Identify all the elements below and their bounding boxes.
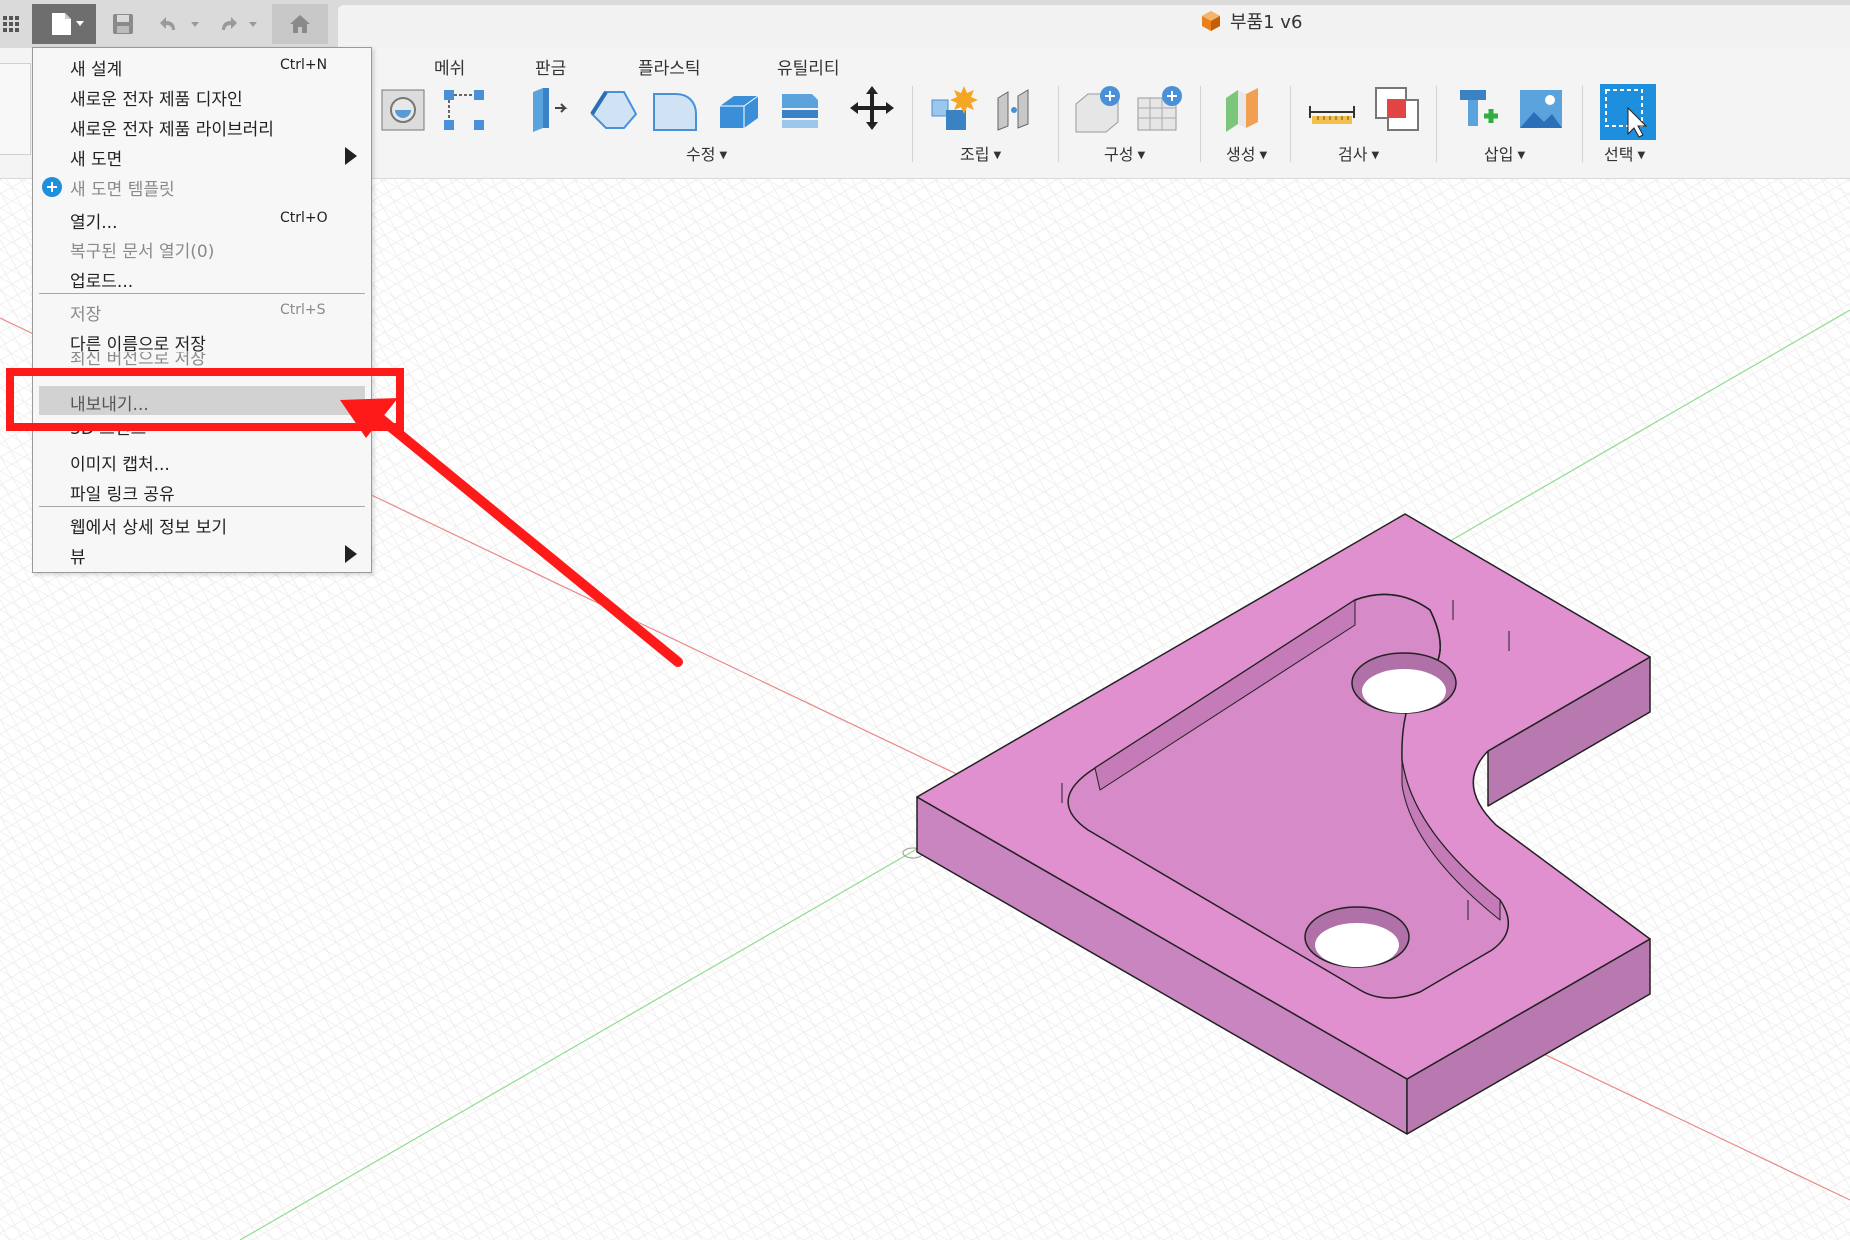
pattern-tool-icon[interactable] <box>440 84 492 136</box>
menu-item-label: 뷰 <box>70 548 86 568</box>
menu-item-label: 파일 링크 공유 <box>70 485 175 505</box>
document-title: 부품1 v6 <box>1200 8 1302 34</box>
file-menu: 새 설계 Ctrl+N 새로운 전자 제품 디자인 새로운 전자 제품 라이브러리… <box>32 47 372 573</box>
plane-at-angle-icon[interactable] <box>1134 84 1186 136</box>
menu-item-new-electronics-design[interactable]: 새로운 전자 제품 디자인 <box>33 81 371 110</box>
menu-item-new-electronics-library[interactable]: 새로운 전자 제품 라이브러리 <box>33 111 371 140</box>
group-create[interactable]: 생성 ▼ <box>1226 141 1267 165</box>
file-menu-button[interactable] <box>32 4 96 44</box>
group-assemble[interactable]: 조립 ▼ <box>960 141 1001 165</box>
document-title-text: 부품1 v6 <box>1230 12 1303 33</box>
menu-item-capture-image[interactable]: 이미지 캡처... <box>33 446 371 475</box>
menu-item-save[interactable]: 저장 Ctrl+S <box>33 296 371 325</box>
group-select[interactable]: 선택 ▼ <box>1604 141 1645 165</box>
quick-access-bar: 부품1 v6 <box>0 0 1850 48</box>
fillet-icon[interactable] <box>588 84 640 136</box>
document-tab[interactable] <box>338 5 1850 48</box>
hole-tool-icon[interactable] <box>378 84 430 136</box>
offset-plane-icon[interactable] <box>1072 84 1124 136</box>
menu-item-share-file-link[interactable]: 파일 링크 공유 <box>33 476 371 505</box>
insert-mcmaster-icon[interactable] <box>1454 84 1506 136</box>
toolbar-separator <box>912 86 913 162</box>
redo-icon[interactable] <box>216 4 262 44</box>
group-create-label: 생성 <box>1226 145 1256 164</box>
tab-utility[interactable]: 유틸리티 <box>777 54 840 79</box>
select-icon[interactable] <box>1598 82 1658 142</box>
home-icon[interactable] <box>272 4 328 44</box>
combine-icon[interactable] <box>774 84 826 136</box>
toolbar-separator <box>1058 86 1059 162</box>
menu-item-label: 새로운 전자 제품 라이브러리 <box>70 120 274 140</box>
menu-item-save-as-latest[interactable]: 최신 버전으로 저장 <box>33 352 371 366</box>
menu-item-upload[interactable]: 업로드... <box>33 263 371 292</box>
create-form-icon[interactable] <box>1218 84 1270 136</box>
menu-item-shortcut: Ctrl+N <box>280 57 328 73</box>
menu-item-open-recovered[interactable]: 복구된 문서 열기(0) <box>33 233 371 262</box>
menu-item-save-as[interactable]: 다른 이름으로 저장 <box>33 326 371 355</box>
menu-item-new-design[interactable]: 새 설계 Ctrl+N <box>33 51 371 80</box>
toolbar-separator <box>1436 86 1437 162</box>
group-construct[interactable]: 구성 ▼ <box>1104 141 1145 165</box>
group-construct-label: 구성 <box>1104 145 1134 164</box>
menu-item-view[interactable]: 뷰 <box>33 539 371 568</box>
menu-item-label: 저장 <box>70 305 102 325</box>
chamfer-icon[interactable] <box>650 84 702 136</box>
tab-sheet-metal[interactable]: 판금 <box>535 54 566 79</box>
new-component-icon[interactable] <box>928 84 980 136</box>
menu-separator <box>39 293 365 294</box>
submenu-arrow-icon <box>345 147 357 165</box>
menu-item-label: 최신 버전으로 저장 <box>70 352 206 366</box>
template-plus-icon <box>42 177 62 197</box>
press-pull-icon[interactable] <box>525 84 577 136</box>
toolbar-separator <box>1582 86 1583 162</box>
toolbar-separator <box>1290 86 1291 162</box>
save-icon[interactable] <box>108 4 138 44</box>
undo-icon[interactable] <box>158 4 204 44</box>
menu-item-new-drawing[interactable]: 새 도면 <box>33 141 371 170</box>
menu-item-shortcut: Ctrl+O <box>280 210 328 226</box>
group-modify-label: 수정 <box>686 145 716 164</box>
menu-item-shortcut: Ctrl+S <box>280 302 326 318</box>
tab-plastic[interactable]: 플라스틱 <box>638 54 701 79</box>
shell-icon[interactable] <box>712 84 764 136</box>
arrow-shaft <box>365 405 683 667</box>
measure-icon[interactable] <box>1308 84 1360 136</box>
menu-item-label: 열기... <box>70 213 118 233</box>
file-icon <box>52 13 84 35</box>
group-select-label: 선택 <box>1604 145 1634 164</box>
move-icon[interactable] <box>846 84 898 136</box>
menu-item-label: 새 도면 <box>70 150 123 170</box>
create-sketch-button[interactable] <box>0 63 31 155</box>
part-cube-icon <box>1202 11 1220 31</box>
menu-item-label: 새로운 전자 제품 디자인 <box>70 90 243 110</box>
menu-item-label: 새 설계 <box>70 60 123 80</box>
menu-item-open[interactable]: 열기... Ctrl+O <box>33 204 371 233</box>
menu-item-label: 이미지 캡처... <box>70 455 170 475</box>
menu-item-label: 복구된 문서 열기(0) <box>70 242 215 262</box>
tab-mesh[interactable]: 메쉬 <box>434 54 465 79</box>
menu-item-new-drawing-template[interactable]: 새 도면 템플릿 <box>33 171 371 200</box>
grid-apps-icon[interactable] <box>0 4 22 44</box>
menu-item-view-details-on-web[interactable]: 웹에서 상세 정보 보기 <box>33 509 371 538</box>
joint-icon[interactable] <box>990 84 1042 136</box>
insert-canvas-icon[interactable] <box>1516 84 1568 136</box>
group-inspect-label: 검사 <box>1338 145 1368 164</box>
menu-item-label: 새 도면 템플릿 <box>70 180 175 200</box>
group-inspect[interactable]: 검사 ▼ <box>1338 141 1379 165</box>
group-insert[interactable]: 삽입 ▼ <box>1484 141 1525 165</box>
menu-item-label: 업로드... <box>70 272 134 292</box>
interference-icon[interactable] <box>1372 84 1424 136</box>
menu-item-label: 웹에서 상세 정보 보기 <box>70 518 227 538</box>
toolbar-separator <box>1200 86 1201 162</box>
group-assemble-label: 조립 <box>960 145 990 164</box>
menu-separator <box>39 506 365 507</box>
group-modify[interactable]: 수정 ▼ <box>686 141 727 165</box>
red-arrow-annotation <box>340 398 683 667</box>
group-insert-label: 삽입 <box>1484 145 1514 164</box>
